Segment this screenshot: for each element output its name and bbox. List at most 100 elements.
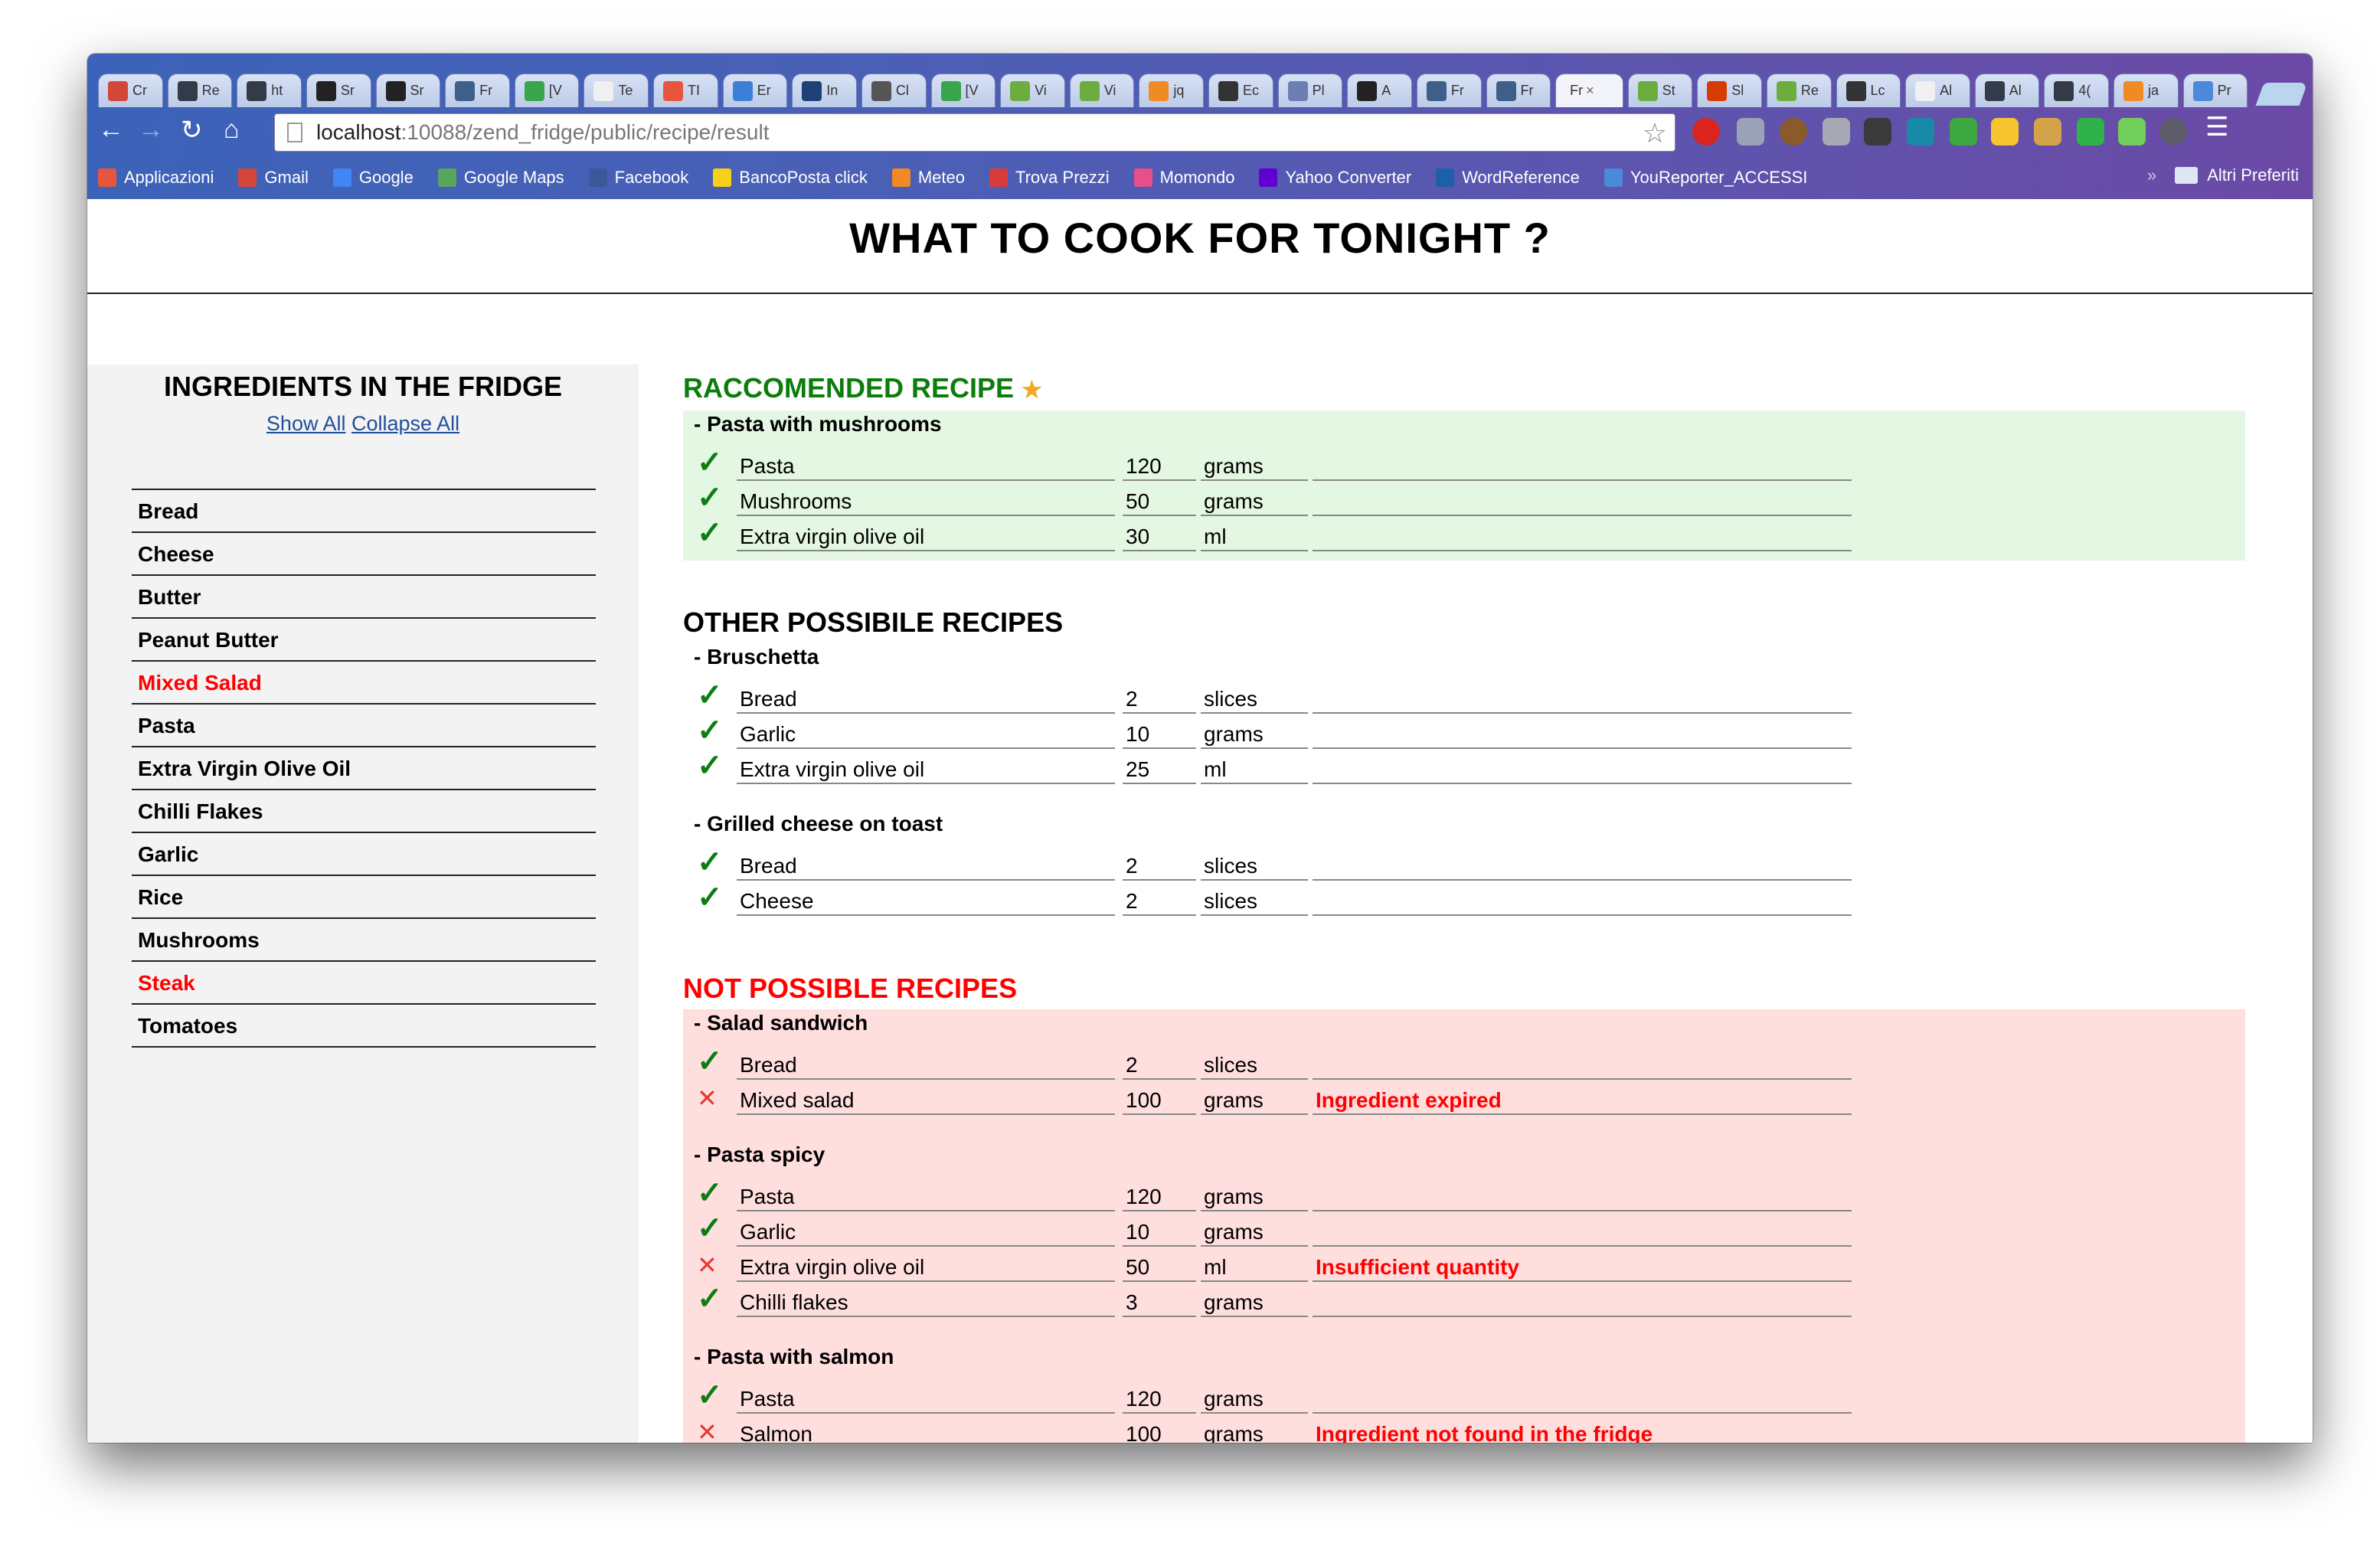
check-icon: ✓ [697, 678, 723, 712]
address-bar[interactable]: localhost:10088/zend_fridge/public/recip… [274, 113, 1675, 152]
browser-tab[interactable]: Re [1766, 74, 1832, 107]
bookmark-item[interactable]: BancoPosta click [713, 168, 868, 188]
browser-tab[interactable]: ja [2114, 74, 2179, 107]
browser-tab[interactable]: Fr [445, 74, 510, 107]
ingredient-status: Insufficient quantity [1313, 1248, 1852, 1282]
ingredient-item[interactable]: Garlic [132, 833, 596, 876]
ingredient-row: ✓ Pasta 120 grams [683, 1380, 2245, 1414]
android-icon[interactable] [1950, 118, 1977, 145]
other-bookmarks[interactable]: » Altri Preferiti [2147, 165, 2299, 185]
menu-icon[interactable]: ☰ [2205, 112, 2228, 142]
bookmark-label: Applicazioni [124, 168, 214, 187]
bookmark-item[interactable]: WordReference [1436, 168, 1580, 188]
tab-title: Vi [1035, 83, 1047, 98]
ingredient-item[interactable]: Pasta [132, 705, 596, 747]
bookmark-item[interactable]: Google Maps [437, 168, 564, 188]
bookmark-item[interactable]: Yahoo Converter [1259, 168, 1411, 188]
browser-tab[interactable]: [V [514, 74, 580, 107]
collapse-all-link[interactable]: Collapse All [351, 412, 459, 435]
ingredient-item[interactable]: Tomatoes [132, 1005, 596, 1048]
bookmark-item[interactable]: YouReporter_ACCESSI [1604, 168, 1807, 188]
bookmark-star-icon[interactable]: ☆ [1643, 117, 1667, 149]
tab-title: ht [271, 83, 283, 98]
drive-icon[interactable] [1991, 118, 2019, 145]
bookmark-item[interactable]: Gmail [238, 168, 309, 188]
address-url[interactable]: localhost:10088/zend_fridge/public/recip… [316, 120, 770, 145]
ingredient-item[interactable]: Rice [132, 876, 596, 919]
ingredient-name: Cheese [737, 882, 1115, 916]
cloud-icon[interactable] [2118, 118, 2146, 145]
ingredient-item[interactable]: Steak [132, 962, 596, 1005]
browser-tab[interactable]: Ec [1208, 74, 1273, 107]
browser-tab[interactable]: Fr [1416, 74, 1482, 107]
reload-icon[interactable]: ↻ [181, 115, 203, 145]
browser-tab[interactable]: TI [653, 74, 718, 107]
ingredient-item[interactable]: Extra Virgin Olive Oil [132, 747, 596, 790]
eyedropper-icon[interactable] [1864, 118, 1891, 145]
back-arrow-icon[interactable]: ← [98, 115, 124, 145]
tab-close-icon[interactable]: × [1586, 83, 1594, 99]
ingredient-item[interactable]: Bread [132, 490, 596, 533]
bookmarks-overflow-icon[interactable]: » [2147, 165, 2156, 185]
browser-tab[interactable]: Vi [1000, 74, 1065, 107]
bookmark-item[interactable]: Google [332, 168, 414, 188]
bookmark-item[interactable]: Meteo [891, 168, 965, 188]
ingredient-item[interactable]: Cheese [132, 533, 596, 576]
bookmark-item[interactable]: Momondo [1133, 168, 1234, 188]
pen-icon[interactable] [1823, 118, 1850, 145]
ingredient-item[interactable]: Mushrooms [132, 919, 596, 962]
cross-icon: ✕ [697, 1251, 718, 1279]
browser-tab[interactable]: St [1627, 74, 1693, 107]
browser-tab[interactable]: Lc [1836, 74, 1901, 107]
browser-tab[interactable]: Vi [1069, 74, 1135, 107]
adblock-icon[interactable] [1692, 118, 1720, 145]
browser-tab[interactable]: Re [167, 74, 233, 107]
bookmark-item[interactable]: Trova Prezzi [989, 168, 1110, 188]
show-all-link[interactable]: Show All [266, 412, 346, 435]
page-icon [287, 123, 302, 142]
browser-tab[interactable]: Sl [1697, 74, 1762, 107]
browser-tab[interactable]: Cr [98, 74, 163, 107]
ingredient-item[interactable]: Mixed Salad [132, 662, 596, 705]
face-icon[interactable] [2034, 118, 2061, 145]
browser-tab[interactable]: Fr × [1555, 74, 1623, 107]
pocket-icon[interactable] [1737, 118, 1764, 145]
browser-tab[interactable]: Al [1905, 74, 1970, 107]
tab-title: St [1662, 83, 1675, 98]
page-content: WHAT TO COOK FOR TONIGHT ? INGREDIENTS I… [87, 199, 2313, 1443]
browser-tab[interactable]: 4( [2044, 74, 2110, 107]
check-icon: ✓ [697, 1282, 723, 1316]
ingredient-unit: ml [1201, 1248, 1308, 1282]
browser-tab[interactable]: jq [1139, 74, 1204, 107]
bookmark-item[interactable]: Applicazioni [98, 168, 214, 188]
browser-tab[interactable]: Sr [306, 74, 371, 107]
tab-title: Fr [479, 83, 493, 98]
home-icon[interactable]: ⌂ [224, 115, 240, 145]
new-tab-button[interactable] [2255, 83, 2308, 106]
browser-tab[interactable]: Cl [861, 74, 927, 107]
ingredient-name: Mushrooms [737, 482, 1115, 516]
hat-icon[interactable] [1780, 118, 1807, 145]
browser-tab[interactable]: Pl [1277, 74, 1343, 107]
ingredient-item[interactable]: Chilli Flakes [132, 790, 596, 833]
ingredient-row: ✕ Salmon 100 grams Ingredient not found in t… [683, 1415, 2245, 1443]
sync-icon[interactable] [2077, 118, 2104, 145]
browser-tab[interactable]: Al [1974, 74, 2040, 107]
browser-tab[interactable]: [V [930, 74, 996, 107]
bookmark-item[interactable]: Facebook [588, 168, 688, 188]
ingredient-item[interactable]: Peanut Butter [132, 619, 596, 662]
github-icon [385, 80, 406, 101]
browser-tab[interactable]: In [792, 74, 857, 107]
forward-arrow-icon[interactable]: → [138, 115, 164, 145]
tab-title: Pl [1312, 83, 1325, 98]
ingredient-item[interactable]: Butter [132, 576, 596, 619]
power-icon[interactable] [2159, 118, 2187, 145]
browser-tab[interactable]: A [1347, 74, 1412, 107]
browser-tab[interactable]: Pr [2182, 74, 2248, 107]
browser-tab[interactable]: Fr [1486, 74, 1551, 107]
css-icon[interactable] [1907, 118, 1934, 145]
browser-tab[interactable]: ht [237, 74, 302, 107]
browser-tab[interactable]: Er [722, 74, 788, 107]
browser-tab[interactable]: Sr [375, 74, 441, 107]
browser-tab[interactable]: Te [584, 74, 649, 107]
